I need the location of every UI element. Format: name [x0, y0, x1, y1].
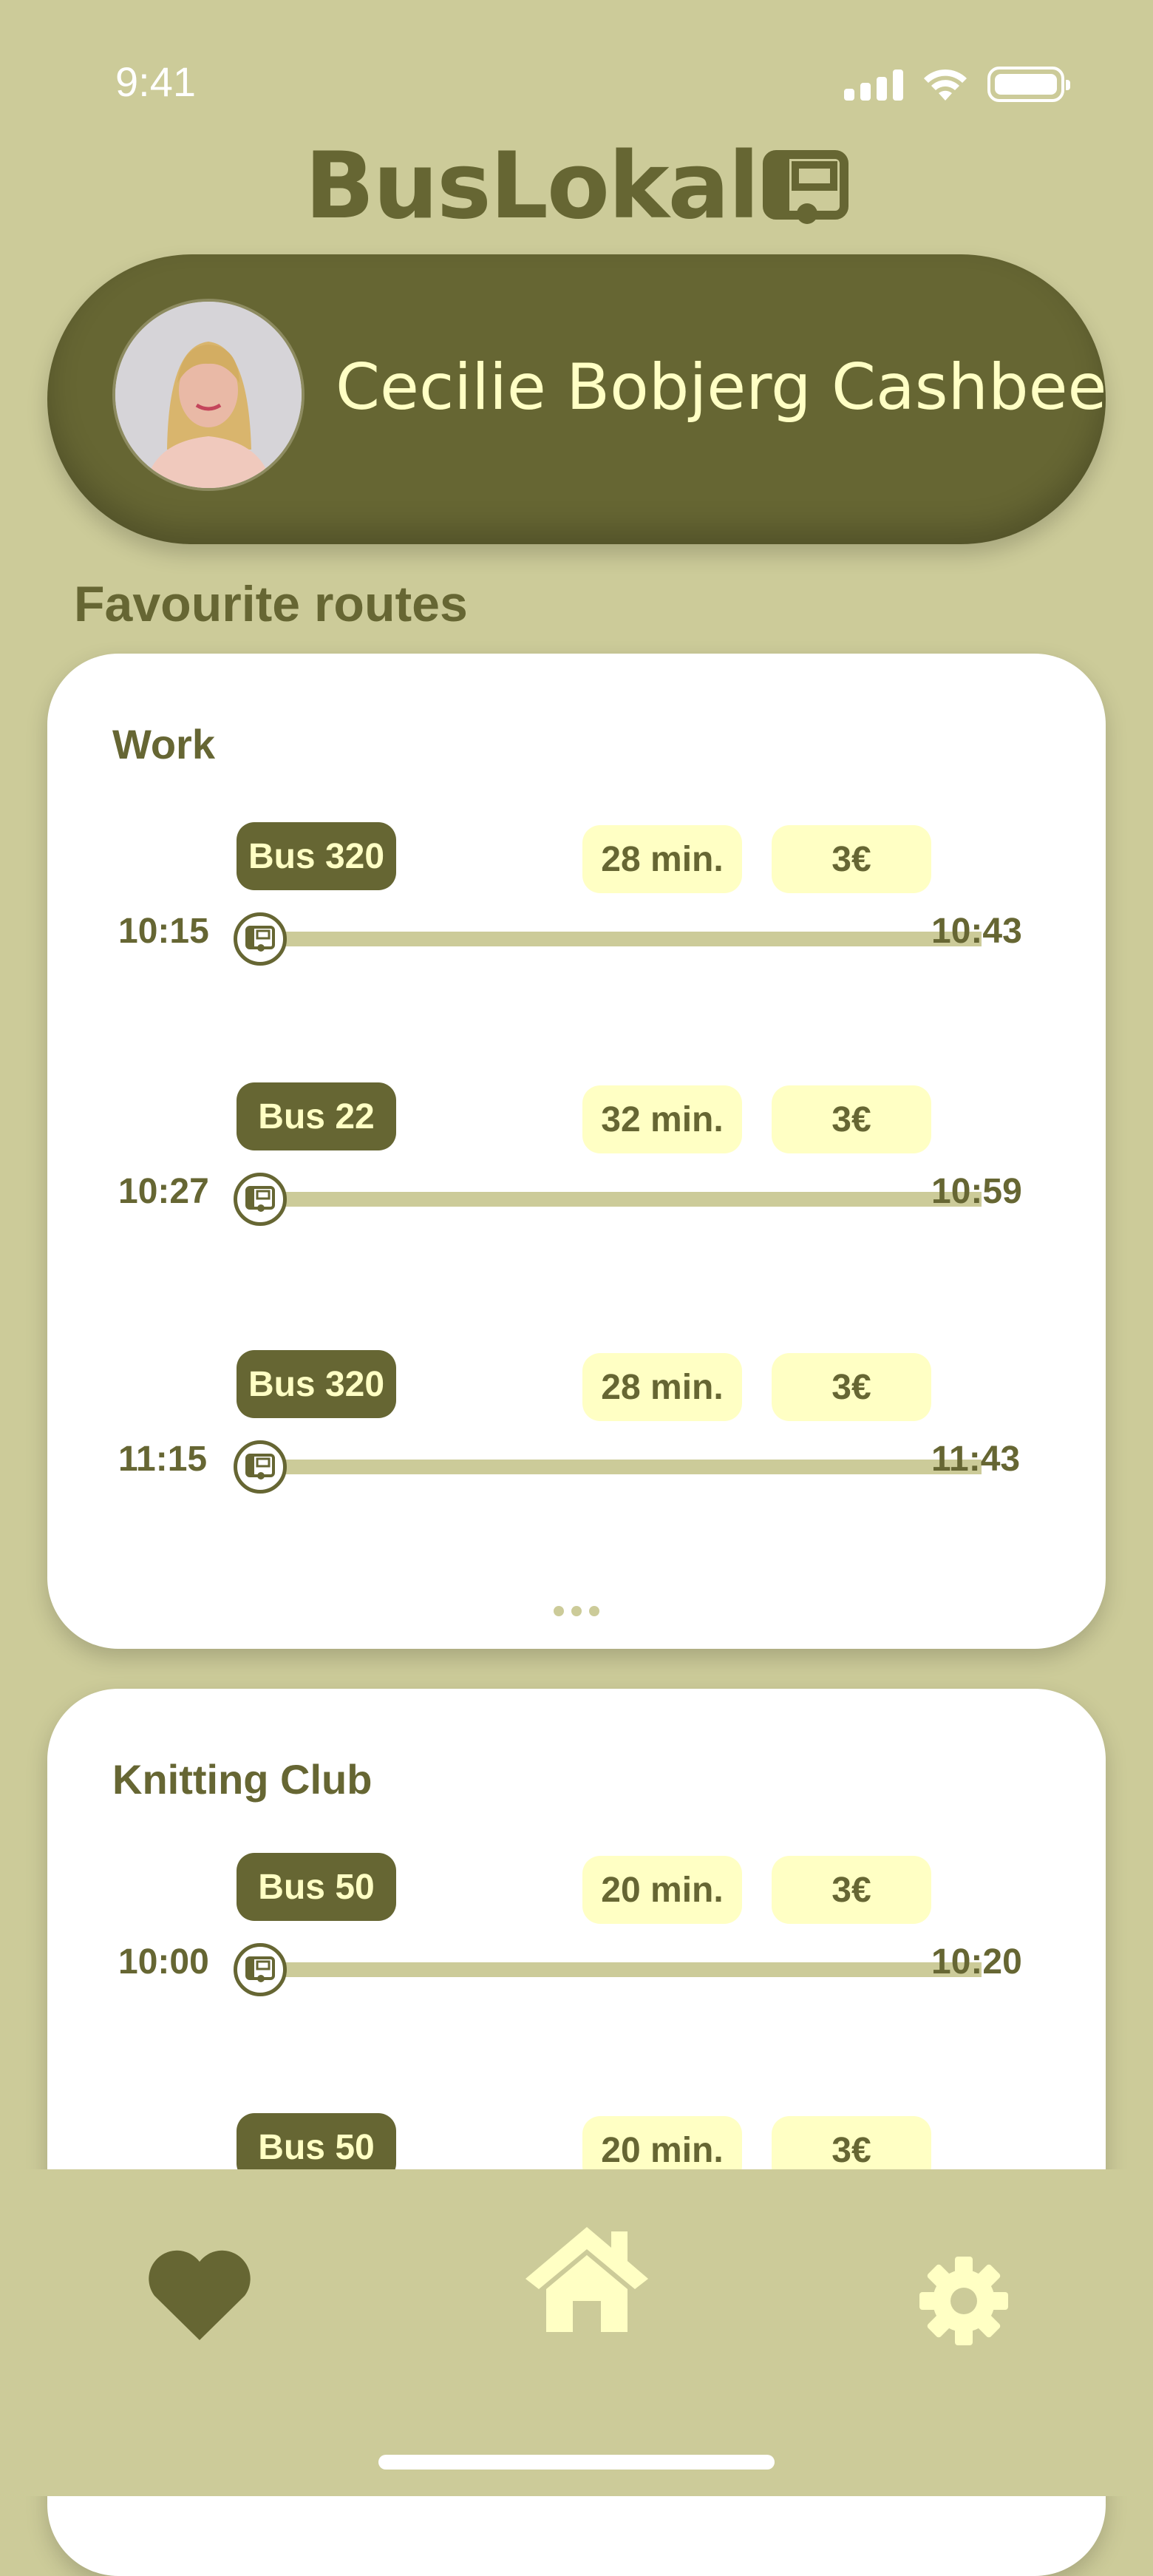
route-track: [284, 932, 982, 946]
bus-badge: Bus 320: [237, 822, 396, 890]
departure-time: 10:15: [118, 912, 209, 951]
route-track: [284, 1192, 982, 1207]
departure-time: 10:27: [118, 1172, 209, 1211]
duration-pill: 28 min.: [582, 1353, 742, 1421]
bus-badge: Bus 320: [237, 1350, 396, 1418]
arrival-time: 10:43: [931, 912, 1022, 951]
app-title: BusLokal: [305, 133, 759, 240]
arrival-time: 11:43: [931, 1440, 1021, 1479]
duration-pill: 32 min.: [582, 1085, 742, 1153]
favourite-card-work[interactable]: Work Bus 320 28 min. 3€ 10:15 10:43 Bus …: [47, 654, 1106, 1649]
route-row[interactable]: Bus 50 20 min. 3€ 10:00 10:20: [47, 1853, 1106, 1996]
bus-badge: Bus 50: [237, 1853, 396, 1921]
favourite-title: Knitting Club: [112, 1756, 373, 1803]
bus-marker-icon: [234, 912, 287, 966]
status-bar: 9:41: [0, 0, 1153, 148]
tab-settings[interactable]: [914, 2251, 1014, 2351]
status-icons: [844, 67, 1070, 102]
profile-name: Cecilie Bobjerg Cashbee: [336, 350, 1107, 424]
price-pill: 3€: [772, 1856, 931, 1924]
route-row[interactable]: Bus 320 28 min. 3€ 10:15 10:43: [47, 822, 1106, 966]
bus-marker-icon: [234, 1440, 287, 1494]
route-track: [284, 1460, 982, 1474]
price-pill: 3€: [772, 825, 931, 893]
duration-pill: 20 min.: [582, 1856, 742, 1924]
battery-icon: [987, 67, 1070, 102]
avatar[interactable]: [112, 299, 305, 491]
duration-pill: 28 min.: [582, 825, 742, 893]
bus-marker-icon: [234, 1943, 287, 1996]
more-routes-icon[interactable]: [47, 1606, 1106, 1616]
cellular-signal-icon: [844, 68, 903, 101]
heart-icon: [149, 2250, 251, 2340]
price-pill: 3€: [772, 1353, 931, 1421]
home-indicator[interactable]: [378, 2455, 775, 2470]
gear-icon: [919, 2257, 1008, 2345]
arrival-time: 10:59: [931, 1172, 1022, 1211]
route-row[interactable]: Bus 320 28 min. 3€ 11:15 11:43: [47, 1350, 1106, 1494]
bus-badge: Bus 22: [237, 1082, 396, 1150]
favourite-title: Work: [112, 721, 215, 767]
arrival-time: 10:20: [931, 1942, 1022, 1982]
route-row[interactable]: Bus 22 32 min. 3€ 10:27 10:59: [47, 1082, 1106, 1226]
departure-time: 11:15: [118, 1440, 208, 1479]
bus-marker-icon: [234, 1173, 287, 1226]
bus-logo-icon: [762, 150, 848, 224]
section-title: Favourite routes: [74, 576, 468, 632]
tab-favourites[interactable]: [140, 2243, 259, 2347]
bottom-tab-bar: [0, 2169, 1153, 2496]
route-track: [284, 1962, 982, 1977]
tab-home[interactable]: [522, 2220, 652, 2338]
departure-time: 10:00: [118, 1942, 209, 1982]
profile-card[interactable]: Cecilie Bobjerg Cashbee: [47, 254, 1106, 544]
home-icon: [526, 2227, 648, 2332]
avatar-photo: [115, 302, 302, 488]
wifi-icon: [924, 69, 967, 101]
app-logo: BusLokal: [0, 133, 1153, 240]
status-time: 9:41: [115, 58, 196, 105]
price-pill: 3€: [772, 1085, 931, 1153]
